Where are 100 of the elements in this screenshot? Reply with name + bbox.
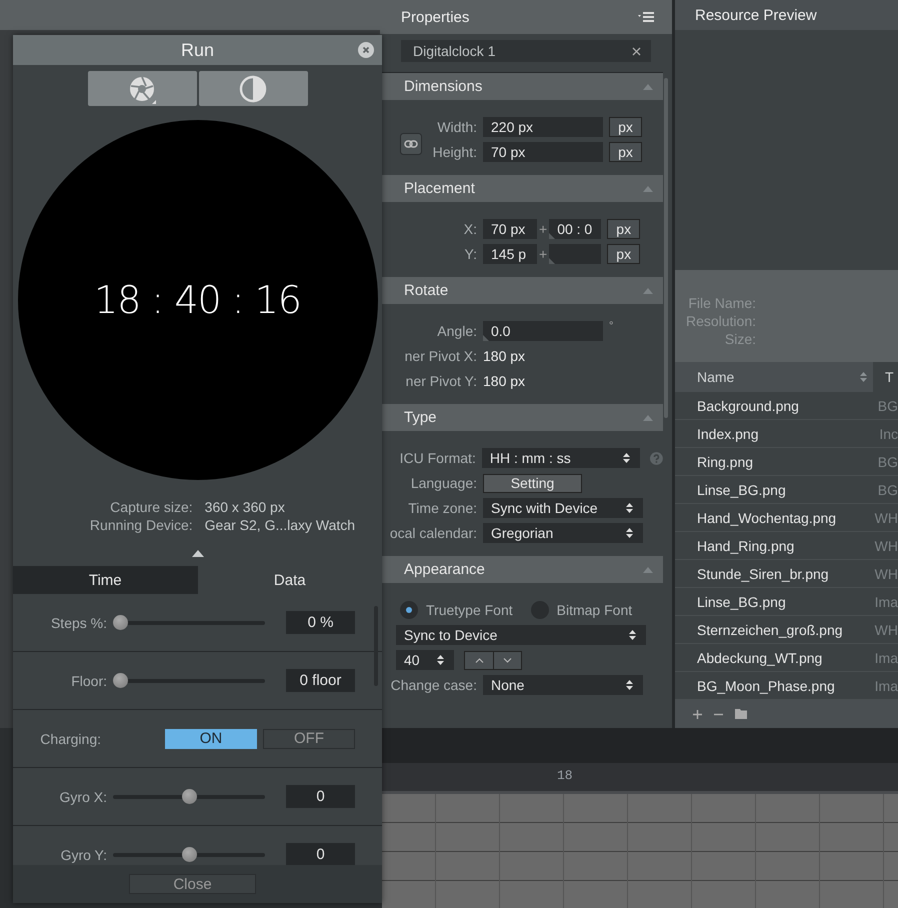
dropdown[interactable]: Gregorian: [483, 523, 643, 543]
section-header[interactable]: Dimensions: [380, 73, 663, 100]
file-name-cell[interactable]: Background.png: [675, 398, 866, 414]
dialog-title: Run: [180, 40, 214, 60]
info-value: 360 x 360 px: [204, 498, 286, 516]
dropdown[interactable]: HH : mm : ss: [482, 448, 640, 468]
panel-title: Resource Preview: [695, 6, 817, 24]
radio-button[interactable]: [400, 601, 418, 619]
link-icon[interactable]: [400, 133, 422, 155]
chevron-up-icon: [474, 658, 484, 662]
info-label: Capture size:: [109, 498, 193, 516]
close-button[interactable]: Close: [129, 874, 256, 894]
value-field[interactable]: 0 floor: [286, 669, 355, 692]
field-label: Y:: [464, 246, 477, 262]
dropdown[interactable]: Sync with Device: [483, 498, 643, 518]
info-value: Gear S2, G...laxy Watch: [204, 516, 356, 534]
file-name-cell[interactable]: Linse_BG.png: [675, 482, 866, 498]
slider[interactable]: [113, 789, 265, 804]
ruler-label: 18: [557, 768, 573, 783]
value-field[interactable]: 70 px: [483, 142, 603, 162]
slider[interactable]: [113, 673, 265, 688]
plus-sign: +: [539, 246, 548, 262]
sensor-label: Gyro Y:: [60, 846, 108, 862]
radio-label[interactable]: Bitmap Font: [556, 602, 632, 618]
section-header[interactable]: Appearance: [380, 556, 663, 583]
value-field[interactable]: 145 p: [483, 244, 537, 264]
field-label: Width:: [436, 119, 477, 135]
offset-field[interactable]: [549, 244, 602, 264]
updown-icon: [629, 630, 636, 640]
updown-icon: [623, 453, 630, 463]
close-icon[interactable]: [358, 42, 374, 58]
updown-icon: [626, 528, 633, 538]
file-name-cell[interactable]: Hand_Wochentag.png: [675, 510, 863, 526]
size-dropdown[interactable]: 40: [396, 650, 454, 670]
field-label: Time zone:: [407, 500, 477, 516]
field-value: 180 px: [483, 373, 526, 389]
slider[interactable]: [113, 615, 265, 630]
angle-field[interactable]: 0.0: [483, 321, 603, 341]
field-label: ner Pivot X:: [404, 348, 477, 364]
slider-thumb[interactable]: [113, 615, 128, 630]
add-icon[interactable]: [693, 710, 702, 718]
unit-button[interactable]: px: [607, 219, 640, 239]
file-name-cell[interactable]: Linse_BG.png: [675, 594, 863, 610]
field-value: 180 px: [483, 348, 526, 364]
radio-label[interactable]: Truetype Font: [426, 602, 513, 618]
type-cell-text: Ima: [874, 594, 898, 610]
plus-sign: +: [539, 221, 548, 237]
field-label: X:: [462, 221, 477, 237]
dropdown[interactable]: None: [483, 675, 643, 695]
file-name-cell[interactable]: Abdeckung_WT.png: [675, 650, 863, 666]
increase-button[interactable]: [465, 652, 493, 668]
section-header[interactable]: Placement: [380, 175, 663, 202]
file-name-cell[interactable]: Stunde_Siren_br.png: [675, 566, 863, 582]
section-header[interactable]: Rotate: [380, 277, 663, 304]
menu-icon[interactable]: [638, 11, 654, 23]
value-field[interactable]: 0 %: [286, 611, 355, 634]
clear-icon[interactable]: [632, 46, 641, 56]
value-field[interactable]: 220 px: [483, 117, 603, 137]
value-field[interactable]: 70 px: [483, 219, 537, 239]
contrast-button[interactable]: [198, 71, 308, 106]
field-label: Angle:: [436, 323, 477, 339]
section-header[interactable]: Type: [380, 404, 663, 431]
field-label: Change case:: [390, 677, 477, 693]
sort-icon: [860, 372, 867, 382]
updown-icon: [626, 680, 633, 690]
slider-thumb[interactable]: [113, 673, 128, 688]
field-label: Language:: [410, 475, 477, 491]
updown-icon: [437, 655, 444, 665]
capture-button[interactable]: [88, 71, 196, 106]
column-header[interactable]: Name: [675, 362, 873, 392]
folder-icon[interactable]: [735, 709, 747, 719]
unit-button[interactable]: px: [609, 142, 642, 162]
type-cell-text: Ima: [874, 650, 898, 666]
tab[interactable]: Time: [13, 566, 198, 594]
contrast-icon: [239, 74, 267, 102]
expand-icon[interactable]: [192, 550, 204, 557]
toggle-option[interactable]: ON: [165, 728, 257, 748]
file-name-cell[interactable]: Hand_Ring.png: [675, 538, 863, 554]
value-field[interactable]: 0: [286, 843, 355, 865]
unit-button[interactable]: px: [607, 244, 640, 264]
slider[interactable]: [113, 847, 265, 862]
file-name-cell[interactable]: Ring.png: [675, 454, 866, 470]
font-dropdown[interactable]: Sync to Device: [396, 625, 646, 645]
object-name-field[interactable]: Digitalclock 1: [401, 40, 651, 62]
value-field[interactable]: 0: [286, 785, 355, 808]
offset-field[interactable]: 00 : 0: [549, 219, 602, 239]
type-cell-text: BG: [876, 454, 898, 470]
slider-thumb[interactable]: [182, 789, 196, 804]
decrease-button[interactable]: [493, 652, 521, 668]
field-label: ner Pivot Y:: [404, 373, 477, 389]
info-label: Running Device:: [90, 516, 193, 534]
unit-button[interactable]: px: [609, 117, 642, 137]
setting-button[interactable]: Setting: [483, 474, 582, 492]
type-cell-text: BG: [876, 482, 898, 498]
file-name-cell[interactable]: Sternzeichen_groß.png: [675, 622, 863, 638]
column-header[interactable]: T: [873, 362, 894, 392]
file-name-cell[interactable]: Index.png: [675, 426, 868, 442]
toggle-option[interactable]: OFF: [263, 728, 355, 748]
file-name-cell[interactable]: BG_Moon_Phase.png: [675, 678, 863, 694]
slider-thumb[interactable]: [182, 847, 196, 862]
